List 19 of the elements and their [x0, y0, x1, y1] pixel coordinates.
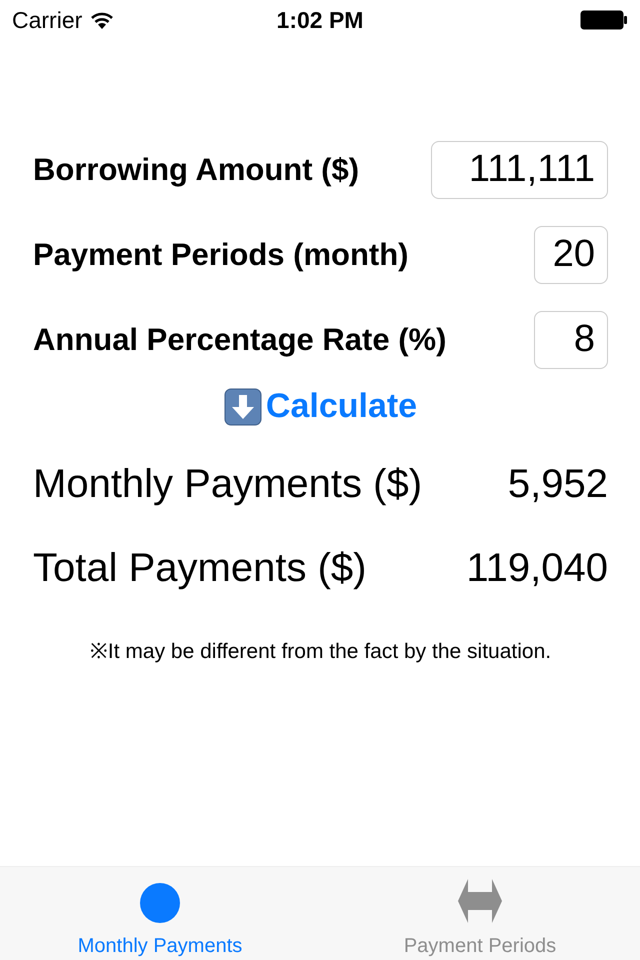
- field-label: Annual Percentage Rate (%): [33, 322, 446, 358]
- result-label: Monthly Payments ($): [33, 462, 422, 506]
- wifi-icon: [90, 11, 114, 29]
- result-label: Total Payments ($): [33, 546, 366, 590]
- input-field[interactable]: 111,111: [431, 140, 608, 198]
- circle-icon: [140, 883, 180, 923]
- carrier-name: Carrier: [12, 6, 82, 34]
- input-field[interactable]: 8: [534, 310, 608, 368]
- status-time: 1:02 PM: [276, 6, 364, 34]
- field-label: Payment Periods (month): [33, 236, 408, 272]
- tab[interactable]: Monthly Payments: [0, 867, 320, 960]
- input-field[interactable]: 20: [534, 226, 608, 284]
- calculate-button[interactable]: Calculate: [224, 387, 418, 426]
- field-label: Borrowing Amount ($): [33, 152, 360, 188]
- result-value: 119,040: [466, 546, 608, 590]
- battery-icon: [580, 10, 628, 30]
- double-arrow-icon: [458, 879, 502, 923]
- disclaimer-note: ※It may be different from the fact by the situation.: [88, 639, 552, 664]
- result-value: 5,952: [508, 462, 608, 506]
